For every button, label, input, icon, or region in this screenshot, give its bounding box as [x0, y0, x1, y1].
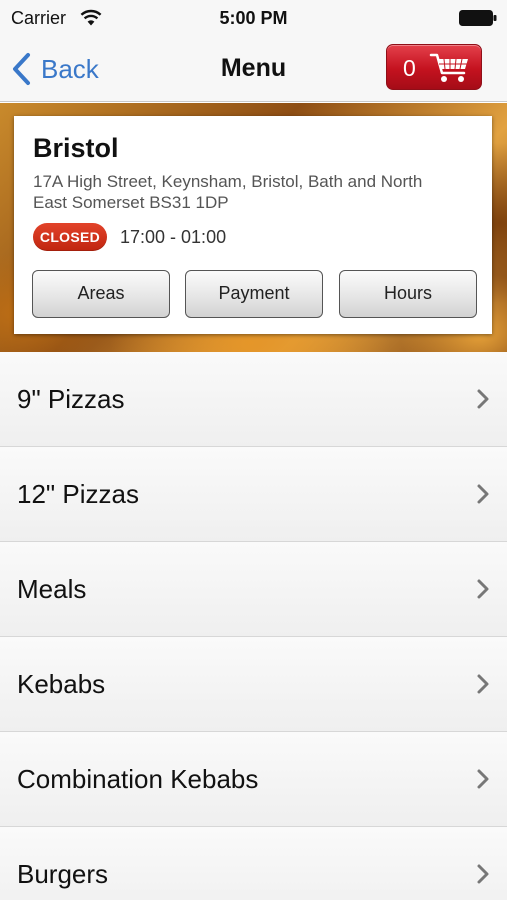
menu-item-label: 9" Pizzas: [17, 384, 125, 414]
menu-item-12-pizzas[interactable]: 12" Pizzas: [0, 447, 507, 542]
menu-item-label: Burgers: [17, 859, 109, 889]
menu-item-burgers[interactable]: Burgers: [0, 827, 507, 900]
status-badge: CLOSED: [33, 223, 107, 251]
cart-count: 0: [403, 55, 416, 81]
menu-category-list: 9" Pizzas 12" Pizzas Meals Kebabs Combin…: [0, 352, 507, 900]
navigation-bar: Back Menu 0: [0, 36, 507, 102]
cart-button[interactable]: 0: [386, 44, 482, 90]
menu-item-label: 12" Pizzas: [17, 479, 139, 509]
battery-icon: [459, 10, 497, 26]
menu-item-kebabs[interactable]: Kebabs: [0, 637, 507, 732]
store-name: Bristol: [33, 133, 119, 163]
menu-item-meals[interactable]: Meals: [0, 542, 507, 637]
store-info-card: Bristol 17A High Street, Keynsham, Brist…: [14, 116, 492, 334]
chevron-right-icon: [477, 579, 489, 599]
chevron-right-icon: [477, 769, 489, 789]
chevron-right-icon: [477, 674, 489, 694]
menu-item-9-pizzas[interactable]: 9" Pizzas: [0, 352, 507, 447]
back-button[interactable]: Back: [10, 52, 99, 86]
chevron-right-icon: [477, 864, 489, 884]
status-time: 5:00 PM: [219, 8, 288, 28]
shopping-cart-icon: [429, 53, 468, 82]
menu-item-label: Kebabs: [17, 669, 106, 699]
store-address: 17A High Street, Keynsham, Bristol, Bath…: [33, 172, 423, 212]
menu-item-label: Meals: [17, 574, 87, 604]
payment-button[interactable]: Payment: [185, 270, 323, 318]
chevron-right-icon: [477, 389, 489, 409]
status-bar: Carrier 5:00 PM: [0, 0, 507, 36]
opening-hours: 17:00 - 01:00: [120, 227, 227, 247]
menu-item-combination-kebabs[interactable]: Combination Kebabs: [0, 732, 507, 827]
back-chevron-icon: [13, 53, 30, 85]
back-label: Back: [41, 54, 99, 84]
areas-button[interactable]: Areas: [32, 270, 170, 318]
hours-button[interactable]: Hours: [339, 270, 477, 318]
chevron-right-icon: [477, 484, 489, 504]
menu-item-label: Combination Kebabs: [17, 764, 259, 794]
